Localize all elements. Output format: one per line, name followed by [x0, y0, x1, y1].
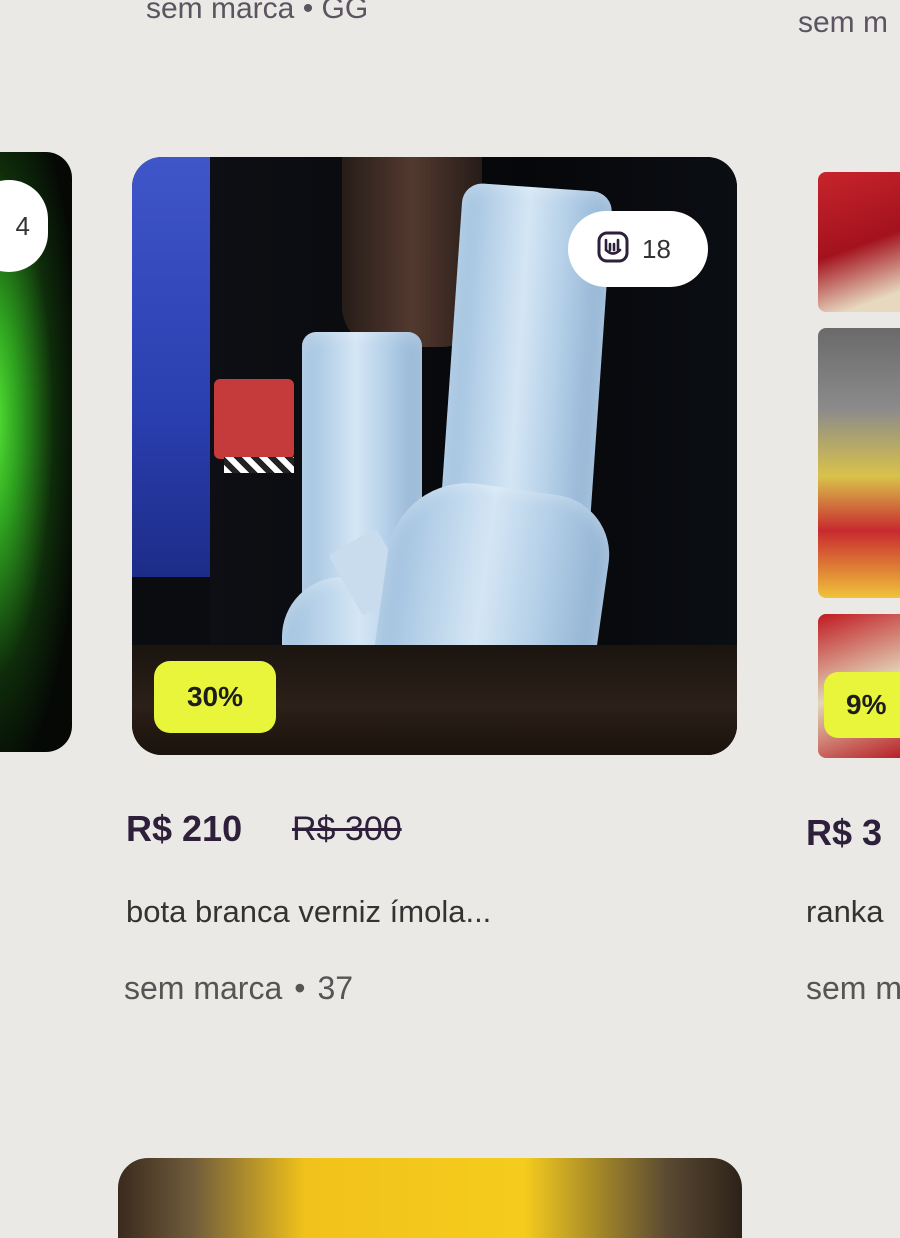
discount-badge: 30% — [154, 661, 276, 733]
right-discount-badge: 9% — [824, 672, 900, 738]
image-background-blue — [132, 157, 210, 577]
right-product-title[interactable]: ranka — [806, 894, 884, 930]
top-card-meta: sem marca • GG — [146, 0, 369, 25]
likes-button[interactable]: 18 — [568, 211, 708, 287]
right-product-image-1[interactable] — [818, 172, 900, 312]
right-product-image-2[interactable] — [818, 328, 900, 598]
next-product-image[interactable] — [118, 1158, 742, 1238]
product-size: 37 — [317, 970, 354, 1006]
rock-hand-icon — [596, 230, 630, 269]
product-brand: sem marca — [124, 970, 283, 1006]
left-likes-count: 4 — [15, 210, 30, 241]
top-right-card-meta: sem m — [798, 6, 888, 39]
product-title[interactable]: bota branca verniz ímola... — [126, 894, 491, 930]
right-product-meta: sem m — [806, 970, 900, 1006]
separator-dot: • — [294, 970, 306, 1006]
product-price: R$ 210 — [126, 808, 243, 849]
product-old-price: R$ 300 — [292, 810, 402, 848]
product-meta: sem marca • 37 — [124, 970, 353, 1007]
likes-count: 18 — [642, 233, 671, 264]
product-image[interactable]: 18 30% — [132, 157, 737, 755]
right-product-price: R$ 3 — [806, 812, 883, 853]
image-bag — [214, 379, 294, 473]
